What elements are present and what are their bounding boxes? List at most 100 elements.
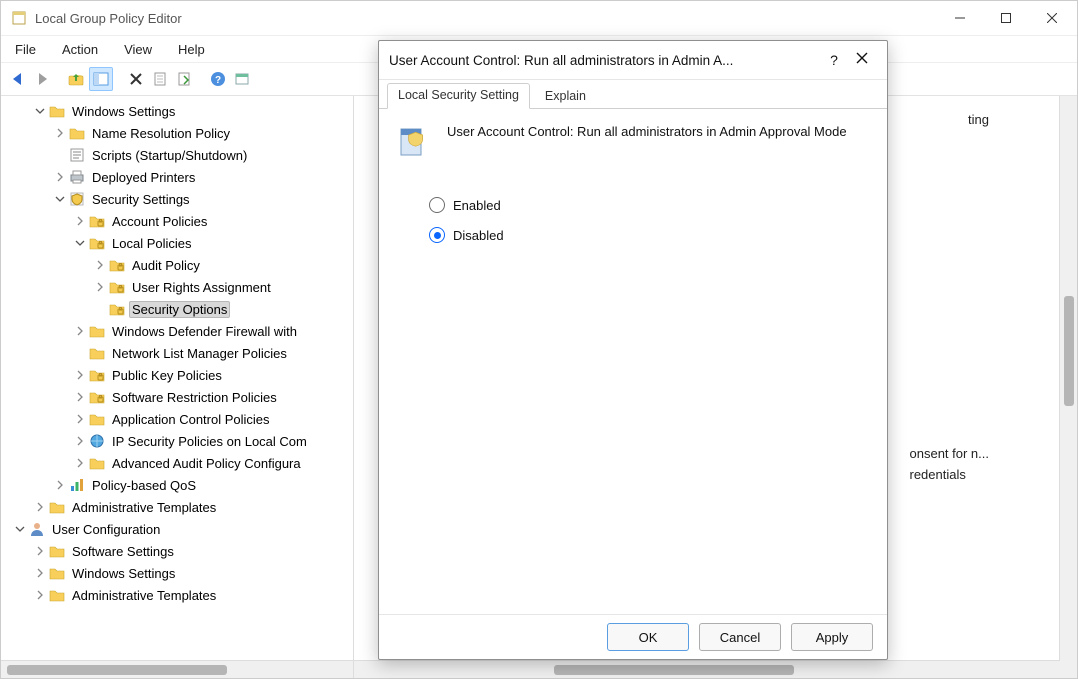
tree-item[interactable]: Windows Defender Firewall with <box>5 320 353 342</box>
folder-l-icon <box>109 279 125 295</box>
tree-horizontal-scrollbar[interactable] <box>1 660 353 678</box>
expand-icon[interactable] <box>73 368 87 382</box>
tree-item[interactable]: Name Resolution Policy <box>5 122 353 144</box>
navigation-tree[interactable]: Windows SettingsName Resolution PolicySc… <box>1 96 353 660</box>
tree-item[interactable]: Windows Settings <box>5 100 353 122</box>
expand-icon[interactable] <box>33 500 47 514</box>
export-button[interactable] <box>173 68 195 90</box>
tree-item[interactable]: Scripts (Startup/Shutdown) <box>5 144 353 166</box>
tree-item[interactable]: Deployed Printers <box>5 166 353 188</box>
tree-item-label: Audit Policy <box>129 257 203 274</box>
collapse-icon[interactable] <box>53 192 67 206</box>
menu-view[interactable]: View <box>120 40 156 59</box>
close-button[interactable] <box>1029 2 1075 34</box>
expand-icon[interactable] <box>73 412 87 426</box>
details-vertical-scrollbar[interactable] <box>1059 96 1077 678</box>
radio-enabled-label: Enabled <box>453 198 501 213</box>
tree-item-label: Advanced Audit Policy Configura <box>109 455 304 472</box>
refresh-filter-button[interactable] <box>231 68 253 90</box>
collapse-icon[interactable] <box>13 522 27 536</box>
tree-item-label: Software Restriction Policies <box>109 389 280 406</box>
scrollbar-thumb[interactable] <box>1064 296 1074 406</box>
tree-item[interactable]: Application Control Policies <box>5 408 353 430</box>
tree-item[interactable]: Advanced Audit Policy Configura <box>5 452 353 474</box>
policy-icon <box>397 123 433 159</box>
help-button[interactable]: ? <box>207 68 229 90</box>
dialog-title: User Account Control: Run all administra… <box>389 53 821 68</box>
details-horizontal-scrollbar[interactable] <box>354 660 1060 678</box>
radio-disabled-label: Disabled <box>453 228 504 243</box>
security-setting-header-fragment: ting <box>968 112 989 127</box>
dialog-close-button[interactable] <box>847 51 877 69</box>
tab-local-security-setting[interactable]: Local Security Setting <box>387 83 530 109</box>
properties-button[interactable] <box>149 68 171 90</box>
tree-item[interactable]: Policy-based QoS <box>5 474 353 496</box>
delete-button[interactable] <box>125 68 147 90</box>
tree-item[interactable]: User Configuration <box>5 518 353 540</box>
scrollbar-thumb[interactable] <box>554 665 794 675</box>
folder-icon <box>89 345 105 361</box>
tab-explain[interactable]: Explain <box>534 84 597 109</box>
apply-button[interactable]: Apply <box>791 623 873 651</box>
tree-item-label: Public Key Policies <box>109 367 225 384</box>
tree-item[interactable]: Administrative Templates <box>5 584 353 606</box>
tree-item[interactable]: Windows Settings <box>5 562 353 584</box>
expand-icon[interactable] <box>73 456 87 470</box>
tree-item[interactable]: Network List Manager Policies <box>5 342 353 364</box>
tree-item[interactable]: User Rights Assignment <box>5 276 353 298</box>
menu-file[interactable]: File <box>11 40 40 59</box>
tree-item[interactable]: Public Key Policies <box>5 364 353 386</box>
collapse-icon[interactable] <box>33 104 47 118</box>
folder-l-icon <box>89 389 105 405</box>
folder-icon <box>89 323 105 339</box>
show-tree-button[interactable] <box>89 67 113 91</box>
up-folder-button[interactable] <box>65 68 87 90</box>
radio-disabled[interactable]: Disabled <box>429 227 869 243</box>
svg-text:?: ? <box>215 75 221 86</box>
expand-icon[interactable] <box>53 170 67 184</box>
tree-item[interactable]: Security Settings <box>5 188 353 210</box>
expand-icon[interactable] <box>93 280 107 294</box>
tree-item-label: Software Settings <box>69 543 177 560</box>
menu-help[interactable]: Help <box>174 40 209 59</box>
tree-item[interactable]: Software Restriction Policies <box>5 386 353 408</box>
scrollbar-thumb[interactable] <box>7 665 227 675</box>
tree-item-label: Deployed Printers <box>89 169 198 186</box>
radio-enabled[interactable]: Enabled <box>429 197 869 213</box>
tree-item[interactable]: Local Policies <box>5 232 353 254</box>
expand-icon[interactable] <box>93 258 107 272</box>
expand-icon[interactable] <box>73 434 87 448</box>
tree-item[interactable]: Administrative Templates <box>5 496 353 518</box>
expand-icon[interactable] <box>73 390 87 404</box>
collapse-icon[interactable] <box>73 236 87 250</box>
tree-item[interactable]: Software Settings <box>5 540 353 562</box>
expand-icon[interactable] <box>33 588 47 602</box>
qos-icon <box>69 477 85 493</box>
ok-button[interactable]: OK <box>607 623 689 651</box>
tree-item[interactable]: IP Security Policies on Local Com <box>5 430 353 452</box>
back-button[interactable] <box>7 68 29 90</box>
tree-item[interactable]: Audit Policy <box>5 254 353 276</box>
minimize-button[interactable] <box>937 2 983 34</box>
window-title: Local Group Policy Editor <box>35 11 937 26</box>
expand-icon[interactable] <box>33 566 47 580</box>
tree-item-label: Network List Manager Policies <box>109 345 290 362</box>
tree-item[interactable]: Security Options <box>5 298 353 320</box>
policy-name: User Account Control: Run all administra… <box>447 123 847 141</box>
radio-group: Enabled Disabled <box>429 197 869 243</box>
printer-icon <box>69 169 85 185</box>
cancel-button[interactable]: Cancel <box>699 623 781 651</box>
tree-pane: Windows SettingsName Resolution PolicySc… <box>1 96 354 678</box>
expand-icon[interactable] <box>73 214 87 228</box>
tree-item[interactable]: Account Policies <box>5 210 353 232</box>
tree-item-label: Security Settings <box>89 191 193 208</box>
expand-icon[interactable] <box>73 324 87 338</box>
expand-icon[interactable] <box>53 478 67 492</box>
expand-icon[interactable] <box>53 126 67 140</box>
forward-button[interactable] <box>31 68 53 90</box>
dialog-help-button[interactable]: ? <box>821 52 847 68</box>
user-icon <box>29 521 45 537</box>
expand-icon[interactable] <box>33 544 47 558</box>
menu-action[interactable]: Action <box>58 40 102 59</box>
maximize-button[interactable] <box>983 2 1029 34</box>
